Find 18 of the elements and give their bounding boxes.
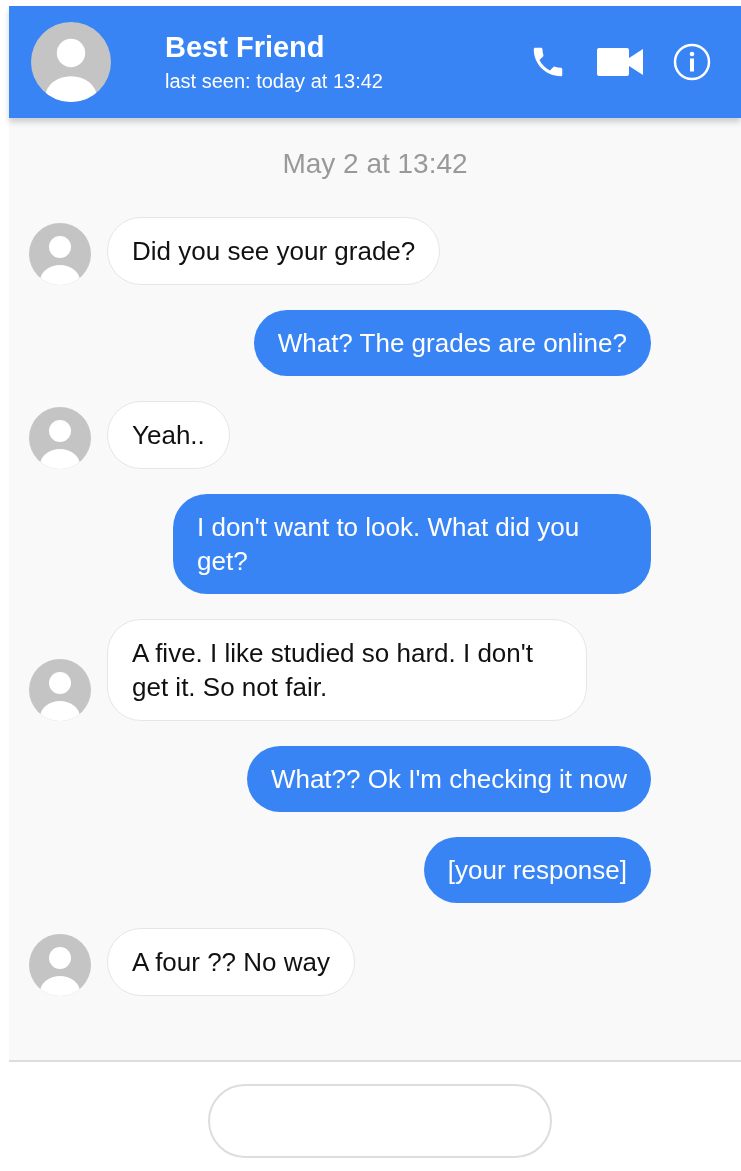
sent-message: What? The grades are online? (253, 310, 651, 376)
date-label: May 2 at 13:42 (282, 148, 468, 180)
received-message: A four ?? No way (107, 928, 355, 996)
contact-name: Best Friend (165, 31, 326, 64)
last-seen-status: last seen: today at 13:42 (165, 70, 384, 93)
received-message: A five. I like studied so hard. I don't get it. So not fair. (107, 619, 587, 721)
received-message: Yeah.. (107, 401, 230, 469)
avatar-icon (29, 659, 91, 721)
avatar-icon (29, 407, 91, 469)
sent-message: I don't want to look. What did you get? (173, 494, 651, 594)
sent-message: [your response] (423, 837, 651, 903)
avatar-icon (31, 22, 111, 102)
received-message: Did you see your grade? (107, 217, 441, 285)
avatar-icon (29, 223, 91, 285)
video-camera-icon[interactable] (597, 46, 643, 78)
info-icon[interactable] (673, 43, 711, 81)
sent-message: What?? Ok I'm checking it now (246, 746, 651, 812)
avatar-icon (29, 934, 91, 996)
